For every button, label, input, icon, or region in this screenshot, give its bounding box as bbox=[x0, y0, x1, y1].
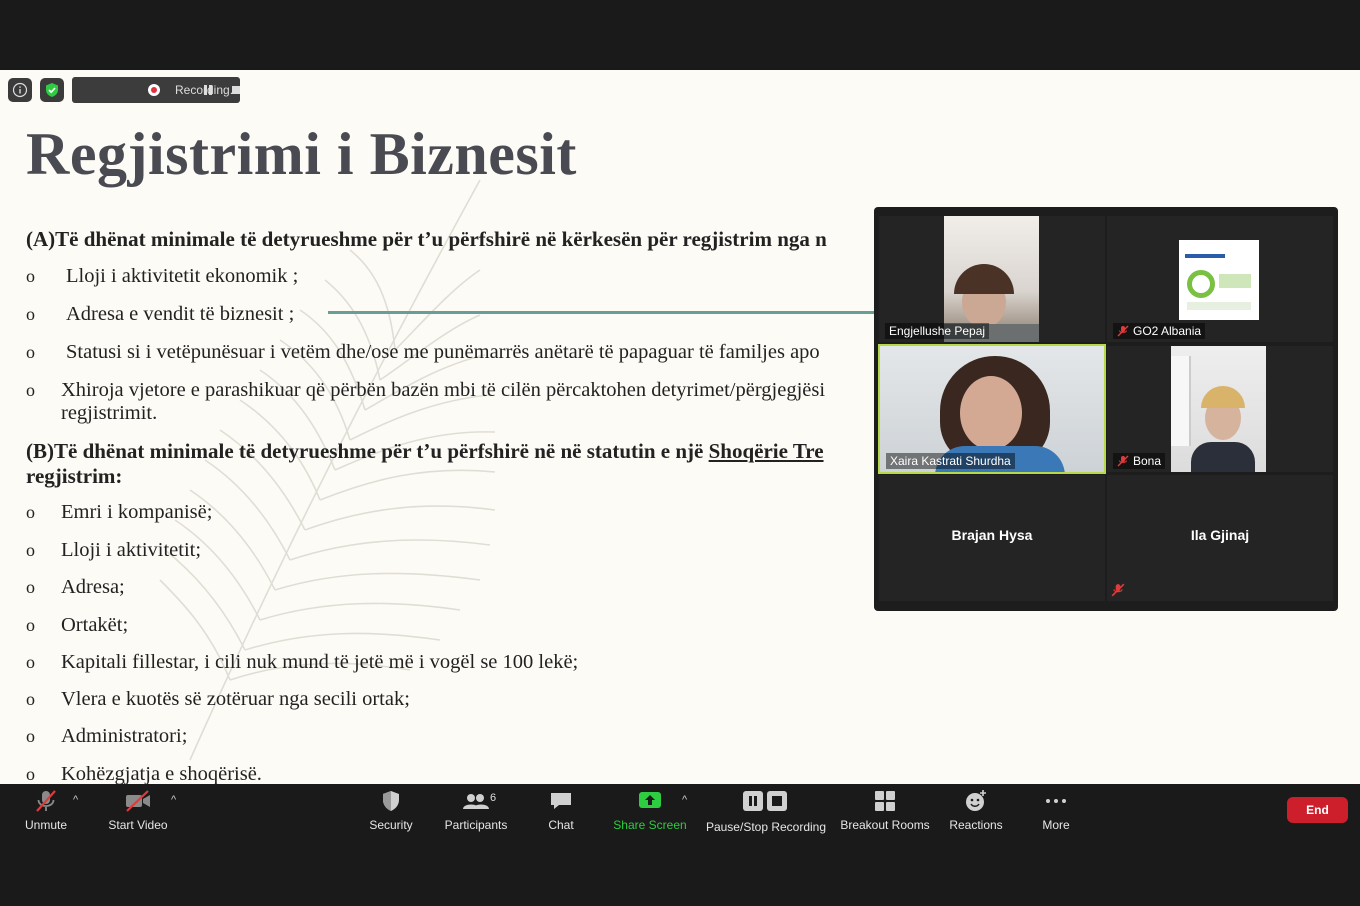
bullet-circle-icon: o bbox=[26, 689, 35, 709]
encryption-button[interactable] bbox=[40, 78, 64, 102]
more-button[interactable]: More bbox=[1036, 788, 1076, 838]
bullet-circle-icon: o bbox=[26, 726, 35, 746]
stop-icon bbox=[232, 86, 240, 94]
chat-icon bbox=[551, 793, 571, 809]
ellipsis-icon bbox=[1046, 799, 1066, 803]
end-meeting-button[interactable]: End bbox=[1287, 797, 1348, 823]
participants-button[interactable]: 6 Participants bbox=[440, 788, 512, 838]
bullet-circle-icon: o bbox=[26, 266, 35, 286]
pause-icon bbox=[204, 85, 212, 95]
section-b-heading: (B)Të dhënat minimale të detyrueshme për… bbox=[26, 439, 824, 463]
participant-name: GO2 Albania bbox=[1113, 323, 1206, 339]
stop-recording-button[interactable] bbox=[224, 78, 248, 102]
info-icon bbox=[12, 82, 28, 98]
participant-video bbox=[1171, 346, 1266, 472]
breakout-rooms-icon bbox=[875, 791, 895, 811]
participant-name: Brajan Hysa bbox=[951, 527, 1033, 543]
record-dot-icon bbox=[148, 84, 160, 96]
participant-name: Engjellushe Pepaj bbox=[885, 323, 990, 339]
chat-button[interactable]: Chat bbox=[540, 788, 582, 838]
section-b-link-text: Shoqërie Tre bbox=[708, 439, 824, 463]
participant-tile[interactable]: Bona bbox=[1107, 346, 1333, 472]
bullet-circle-icon: o bbox=[26, 764, 35, 784]
participant-tile[interactable]: GO2 Albania bbox=[1107, 216, 1333, 342]
bullet-circle-icon: o bbox=[26, 342, 35, 362]
mic-muted-icon bbox=[1111, 583, 1125, 597]
participant-name: Ila Gjinaj bbox=[1190, 527, 1250, 543]
meeting-info-button[interactable] bbox=[8, 78, 32, 102]
section-a-heading: (A)Të dhënat minimale të detyrueshme për… bbox=[26, 227, 827, 251]
participant-tile-active-speaker[interactable]: Xaira Kastrati Shurdha bbox=[878, 344, 1106, 474]
meeting-toolbar: Unmute ^ Start Video ^ Security 6 Partic… bbox=[0, 784, 1360, 842]
bullet-circle-icon: o bbox=[26, 502, 35, 522]
share-screen-icon bbox=[639, 792, 661, 808]
bullet-circle-icon: o bbox=[26, 380, 35, 400]
video-options-chevron-icon[interactable]: ^ bbox=[171, 794, 176, 806]
unmute-button[interactable]: Unmute bbox=[18, 788, 74, 838]
mic-muted-icon bbox=[1117, 455, 1129, 467]
smiley-plus-icon bbox=[966, 790, 986, 811]
bullet-circle-icon: o bbox=[26, 652, 35, 672]
participant-name: Xaira Kastrati Shurdha bbox=[886, 453, 1015, 469]
reactions-button[interactable]: Reactions bbox=[946, 788, 1006, 838]
security-button[interactable]: Security bbox=[364, 788, 418, 838]
participant-tile[interactable]: Ila Gjinaj bbox=[1107, 475, 1333, 601]
video-off-icon bbox=[126, 790, 150, 812]
bullet-circle-icon: o bbox=[26, 304, 35, 324]
participant-tile[interactable]: Brajan Hysa bbox=[879, 475, 1105, 601]
go2-albania-logo bbox=[1179, 240, 1259, 320]
bullet-circle-icon: o bbox=[26, 577, 35, 597]
pause-recording-button[interactable] bbox=[196, 78, 220, 102]
start-video-button[interactable]: Start Video bbox=[104, 788, 172, 838]
zoom-window: Regjistrimi i Biznesit (A)Të dhënat mini… bbox=[0, 0, 1360, 906]
bullet-circle-icon: o bbox=[26, 615, 35, 635]
participant-gallery[interactable]: Engjellushe Pepaj GO2 Albania Xaira Kast… bbox=[874, 207, 1338, 611]
audio-options-chevron-icon[interactable]: ^ bbox=[73, 794, 78, 806]
slide-title: Regjistrimi i Biznesit bbox=[26, 121, 577, 187]
shield-icon bbox=[383, 791, 399, 811]
share-screen-button[interactable]: Share Screen bbox=[612, 788, 688, 838]
participant-name: Bona bbox=[1113, 453, 1166, 469]
pause-stop-recording-icon bbox=[743, 791, 787, 811]
bullet-circle-icon: o bbox=[26, 540, 35, 560]
participants-count: 6 bbox=[490, 792, 497, 804]
mic-muted-icon bbox=[36, 790, 56, 812]
mic-muted-icon bbox=[1117, 325, 1129, 337]
decorative-divider bbox=[328, 311, 888, 314]
shield-check-icon bbox=[46, 83, 58, 97]
pause-stop-recording-button[interactable]: Pause/Stop Recording bbox=[704, 788, 828, 838]
section-b-heading-cont: regjistrim: bbox=[26, 464, 123, 488]
breakout-rooms-button[interactable]: Breakout Rooms bbox=[838, 788, 932, 838]
participant-tile[interactable]: Engjellushe Pepaj bbox=[879, 216, 1105, 342]
share-options-chevron-icon[interactable]: ^ bbox=[682, 794, 687, 806]
participants-icon bbox=[463, 794, 489, 809]
